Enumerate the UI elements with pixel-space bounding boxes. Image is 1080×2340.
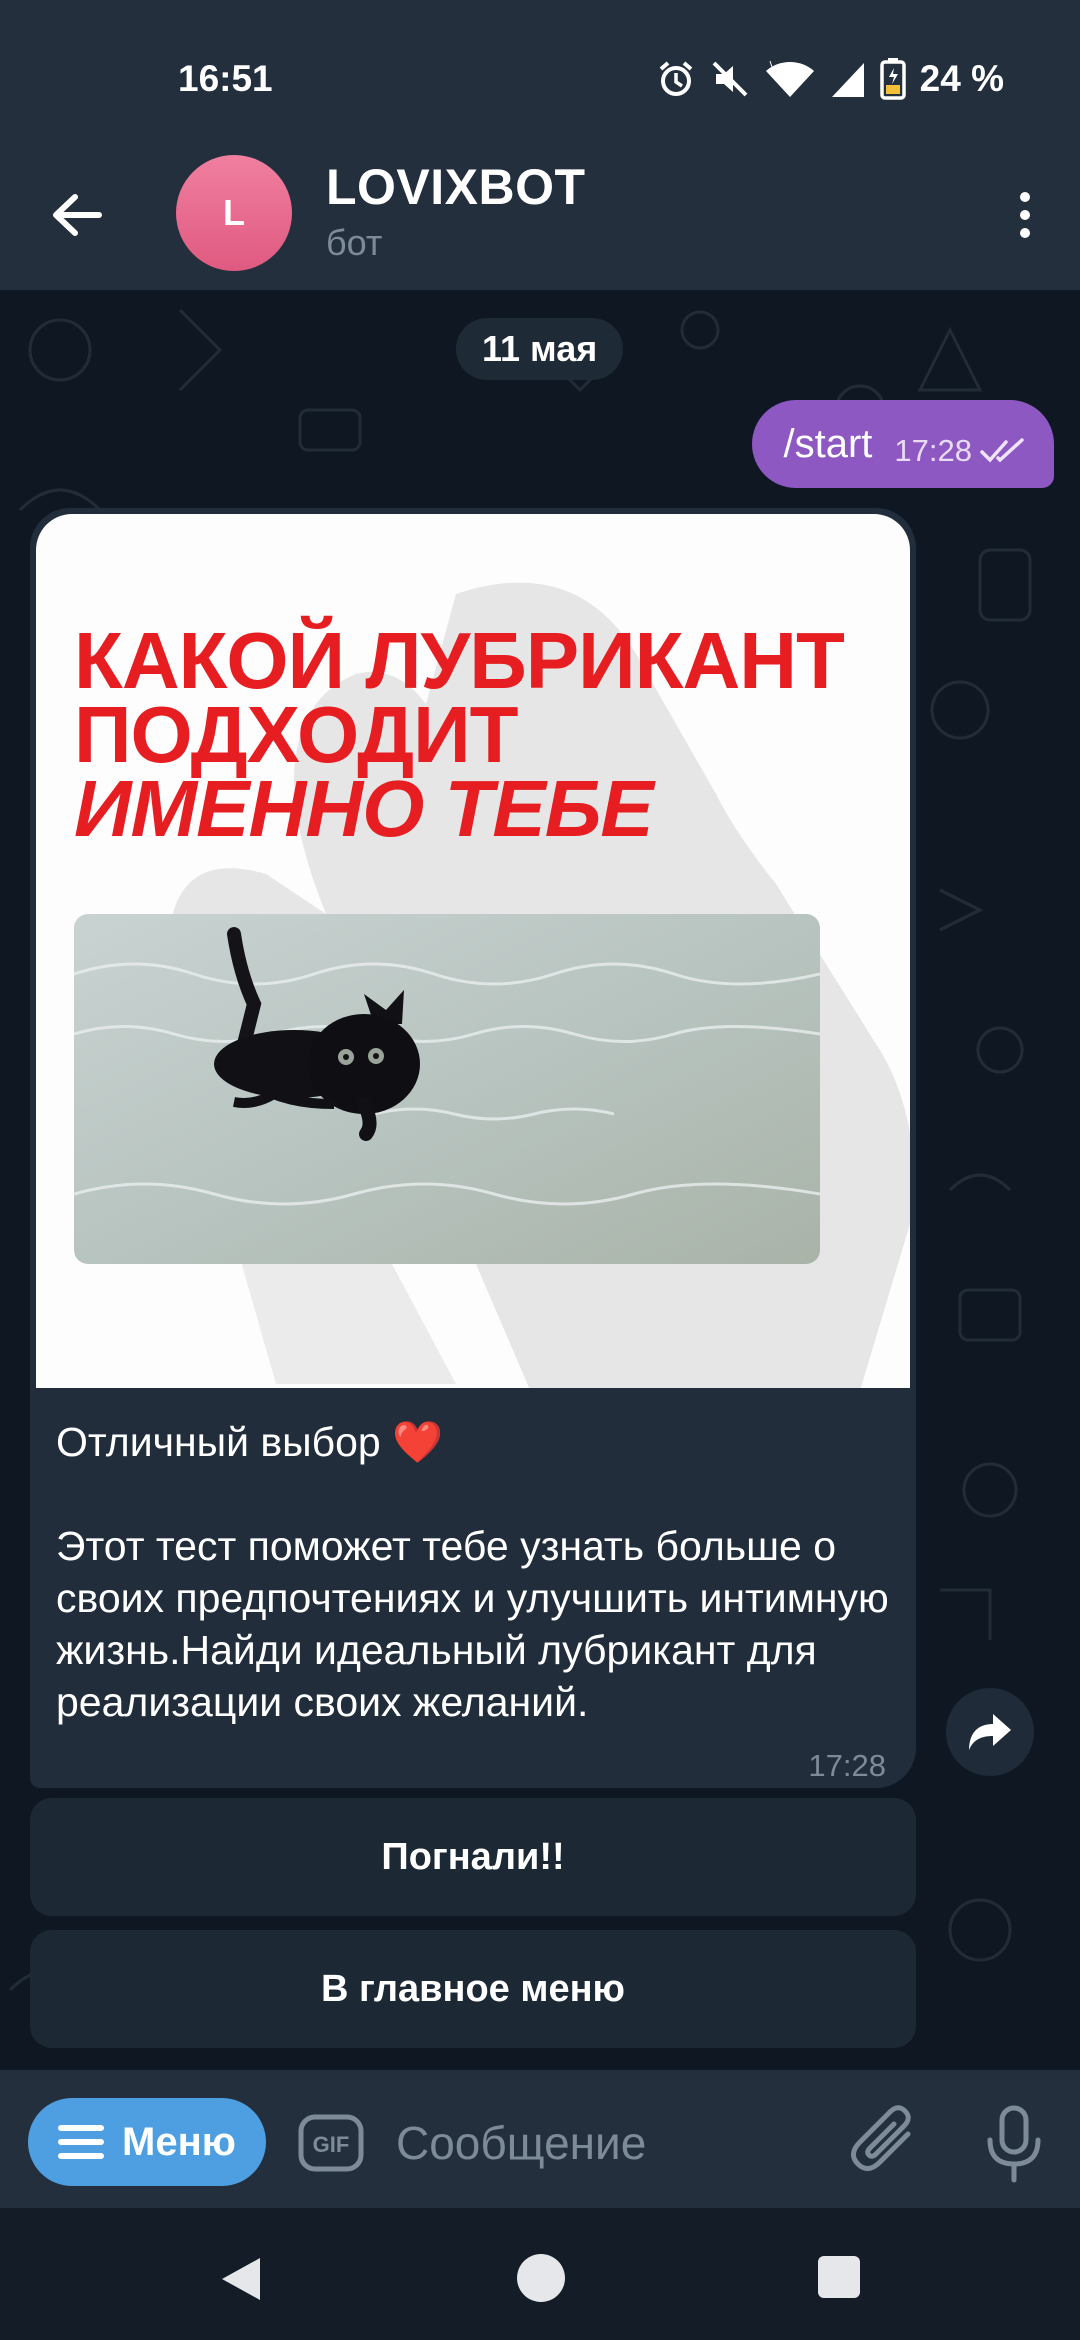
- wifi-icon: [765, 59, 814, 97]
- nav-back-icon[interactable]: [218, 2254, 264, 2304]
- attach-icon[interactable]: [850, 2104, 920, 2178]
- back-button[interactable]: [40, 178, 114, 252]
- bot-button-start[interactable]: Погнали!!: [30, 1798, 916, 1916]
- message-input[interactable]: Сообщение: [396, 2116, 646, 2170]
- chat-header: L LOVIXBOT бот: [0, 140, 1080, 290]
- menu-lines-icon: [58, 2125, 105, 2159]
- system-nav-bar: [0, 2208, 1080, 2340]
- more-vertical-icon[interactable]: [990, 180, 1060, 250]
- gif-icon[interactable]: GIF: [298, 2114, 364, 2172]
- share-button[interactable]: [946, 1688, 1034, 1776]
- incoming-message[interactable]: КАКОЙ ЛУБРИКАНТ ПОДХОДИТ ИМЕННО ТЕБЕ Отл…: [30, 508, 916, 1788]
- share-icon: [969, 1714, 1011, 1750]
- chat-title[interactable]: LOVIXBOT: [326, 158, 586, 216]
- incoming-message-text: Отличный выбор ❤️ Этот тест поможет тебе…: [56, 1416, 896, 1728]
- back-arrow-icon: [53, 194, 102, 236]
- mute-icon: [712, 61, 748, 97]
- status-time: 16:51: [178, 58, 273, 99]
- image-headline-line1: КАКОЙ ЛУБРИКАНТ: [74, 616, 845, 705]
- cat-in-water-photo: [74, 914, 820, 1264]
- mic-icon[interactable]: [984, 2104, 1044, 2184]
- date-separator: 11 мая: [456, 318, 624, 380]
- image-headline-line2: ПОДХОДИТ: [74, 690, 518, 779]
- alarm-icon: [659, 61, 692, 96]
- message-first-line: Отличный выбор ❤️: [56, 1419, 444, 1465]
- status-bar: 16:51 24 %: [0, 0, 1080, 140]
- message-image[interactable]: КАКОЙ ЛУБРИКАНТ ПОДХОДИТ ИМЕННО ТЕБЕ: [36, 514, 910, 1388]
- message-input-bar: Меню GIF Сообщение: [0, 2070, 1080, 2208]
- message-body: Этот тест поможет тебе узнать больше о с…: [56, 1523, 889, 1725]
- menu-button-label: Меню: [122, 2119, 236, 2164]
- chat-subtitle: бот: [326, 222, 383, 263]
- signal-icon: [831, 63, 864, 97]
- avatar[interactable]: L: [176, 155, 292, 271]
- battery-icon: [879, 58, 906, 100]
- chat-area[interactable]: 11 мая /start 17:28 КАКОЙ ЛУБРИКАНТ ПОДХ…: [0, 290, 1080, 2070]
- image-headline-line3: ИМЕННО ТЕБЕ: [74, 764, 654, 853]
- menu-button[interactable]: Меню: [28, 2098, 266, 2186]
- outgoing-message-text: /start: [783, 421, 873, 466]
- image-headline: КАКОЙ ЛУБРИКАНТ ПОДХОДИТ ИМЕННО ТЕБЕ: [74, 616, 845, 853]
- nav-home-icon[interactable]: [517, 2254, 565, 2302]
- double-check-icon: [980, 438, 1024, 463]
- battery-percent: 24 %: [919, 58, 1004, 99]
- incoming-message-time: 17:28: [808, 1748, 886, 1783]
- bot-button-main-menu[interactable]: В главное меню: [30, 1930, 916, 2048]
- nav-recents-icon[interactable]: [818, 2256, 860, 2298]
- outgoing-message[interactable]: /start 17:28: [751, 400, 1054, 488]
- status-icons: 24 %: [656, 58, 1004, 100]
- outgoing-message-time: 17:28: [894, 433, 972, 468]
- svg-text:GIF: GIF: [313, 2132, 350, 2157]
